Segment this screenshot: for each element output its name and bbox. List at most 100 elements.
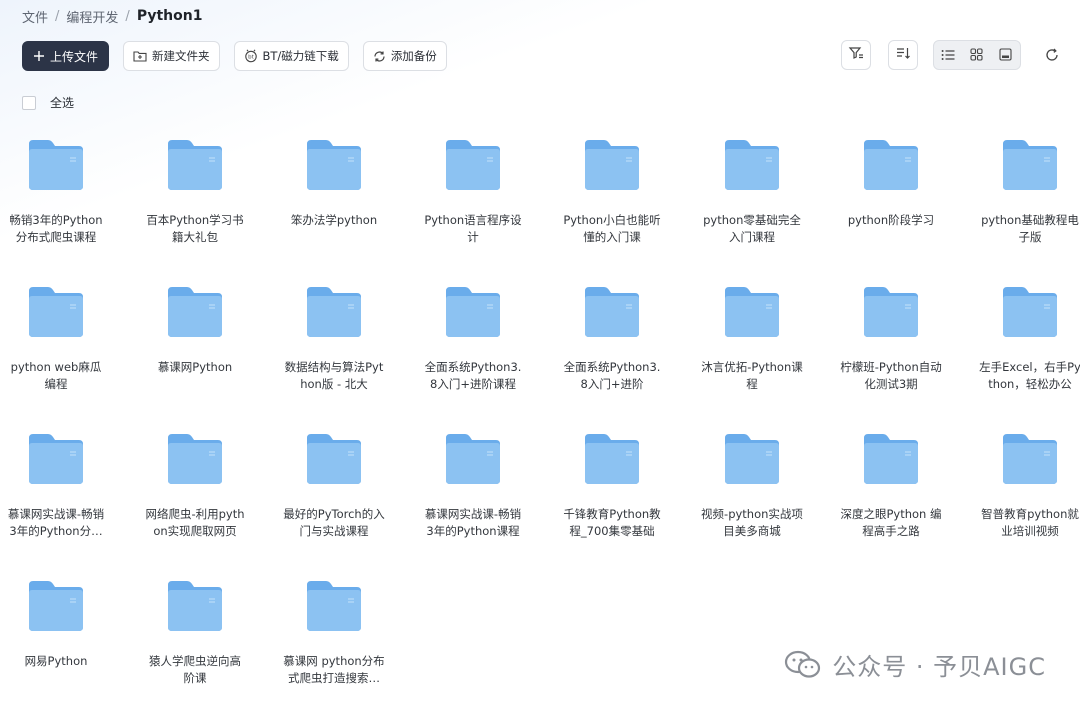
- folder-name: python阶段学习: [847, 213, 935, 227]
- folder-name: python基础教程电子版: [981, 213, 1079, 244]
- folder-icon: [836, 432, 946, 486]
- folder-icon: [1, 432, 111, 486]
- folder-plus-icon: [133, 50, 147, 62]
- upload-button-label: 上传文件: [50, 49, 99, 64]
- folder-icon: [1, 285, 111, 339]
- folder-item[interactable]: 深度之眼Python 编程高手之路: [836, 432, 946, 540]
- breadcrumb-current: Python1: [136, 8, 203, 24]
- folder-name: 柠檬班-Python自动化测试3期: [840, 360, 942, 391]
- folder-item[interactable]: 慕课网实战课-畅销3年的Python分布式爬虫: [1, 432, 111, 540]
- watermark-text: 公众号 · 予贝AIGC: [832, 653, 1046, 681]
- folder-item[interactable]: 数据结构与算法Python版 - 北大: [279, 285, 389, 393]
- toolbar: 上传文件 新建文件夹 bt BT/磁力链下载 添加备份: [22, 40, 461, 72]
- folder-icon: [140, 579, 250, 633]
- svg-text:bt: bt: [248, 55, 254, 61]
- folder-item[interactable]: Python语言程序设计: [418, 138, 528, 246]
- folder-name: 全面系统Python3.8入门+进阶: [563, 360, 661, 391]
- folder-item[interactable]: 猿人学爬虫逆向高阶课: [140, 579, 250, 687]
- folder-name: 畅销3年的Python分布式爬虫课程: [9, 213, 103, 244]
- list-view-button[interactable]: [935, 43, 961, 67]
- folder-item[interactable]: python阶段学习: [836, 138, 946, 229]
- wechat-icon: [784, 650, 822, 680]
- select-all[interactable]: 全选: [22, 94, 74, 111]
- folder-item[interactable]: 沐言优拓-Python课程: [697, 285, 807, 393]
- folder-icon: [975, 285, 1080, 339]
- grid-view-button[interactable]: [964, 43, 990, 67]
- folder-item[interactable]: 全面系统Python3.8入门+进阶: [557, 285, 667, 393]
- folder-name: 慕课网实战课-畅销3年的Python课程: [424, 507, 522, 538]
- upload-button[interactable]: 上传文件: [22, 41, 110, 71]
- folder-item[interactable]: python web麻瓜编程: [1, 285, 111, 393]
- thumbnail-view-button[interactable]: [993, 43, 1019, 67]
- view-switcher: [933, 40, 1021, 70]
- folder-item[interactable]: 慕课网Python: [140, 285, 250, 376]
- folder-name: Python语言程序设计: [424, 213, 522, 244]
- new-folder-button[interactable]: 新建文件夹: [123, 41, 220, 71]
- folder-name: 最好的PyTorch的入门与实战课程: [283, 507, 385, 538]
- folder-item[interactable]: 左手Excel，右手Python，轻松办公: [975, 285, 1080, 393]
- refresh-button[interactable]: [1040, 44, 1064, 68]
- folder-item[interactable]: 全面系统Python3.8入门+进阶课程: [418, 285, 528, 393]
- folder-name: 全面系统Python3.8入门+进阶课程: [424, 360, 522, 391]
- folder-name: python web麻瓜编程: [10, 360, 102, 391]
- select-all-checkbox[interactable]: [22, 95, 36, 110]
- folder-icon: [1, 579, 111, 633]
- bt-download-button[interactable]: bt BT/磁力链下载: [233, 41, 349, 71]
- folder-name: 数据结构与算法Python版 - 北大: [284, 360, 384, 391]
- folder-name: 猿人学爬虫逆向高阶课: [149, 654, 241, 685]
- folder-icon: [557, 432, 667, 486]
- folder-icon: [279, 579, 389, 633]
- breadcrumb-separator: /: [125, 8, 130, 24]
- folder-icon: [140, 432, 250, 486]
- watermark: 公众号 · 予贝AIGC: [784, 647, 1046, 682]
- new-folder-button-label: 新建文件夹: [152, 49, 210, 63]
- folder-item[interactable]: 笨办法学python: [279, 138, 389, 229]
- folder-name: 慕课网Python: [157, 360, 233, 374]
- folder-name: 网易Python: [24, 654, 88, 668]
- folder-icon: [418, 138, 528, 192]
- folder-item[interactable]: 百本Python学习书籍大礼包: [140, 138, 250, 246]
- folder-icon: [418, 285, 528, 339]
- folder-item[interactable]: Python小白也能听懂的入门课: [557, 138, 667, 246]
- add-backup-button-label: 添加备份: [390, 49, 437, 63]
- folder-icon: [279, 285, 389, 339]
- folder-item[interactable]: 网络爬虫-利用python实现爬取网页: [140, 432, 250, 540]
- folder-name: 慕课网实战课-畅销3年的Python分布式爬虫: [7, 507, 105, 538]
- folder-item[interactable]: python基础教程电子版: [975, 138, 1080, 246]
- folder-item[interactable]: 智普教育python就业培训视频: [975, 432, 1080, 540]
- grid-view-icon: [970, 46, 984, 65]
- folder-item[interactable]: 柠檬班-Python自动化测试3期: [836, 285, 946, 393]
- sort-button[interactable]: [888, 40, 918, 70]
- breadcrumb-item-files[interactable]: 文件: [22, 7, 48, 26]
- refresh-icon: [1045, 47, 1059, 66]
- folder-name: 百本Python学习书籍大礼包: [146, 213, 244, 244]
- folder-icon: [418, 432, 528, 486]
- folder-item[interactable]: 慕课网 python分布式爬虫打造搜索引擎: [279, 579, 389, 687]
- folder-item[interactable]: 最好的PyTorch的入门与实战课程: [279, 432, 389, 540]
- folder-icon: [557, 285, 667, 339]
- folder-name: 慕课网 python分布式爬虫打造搜索引擎: [283, 654, 385, 685]
- breadcrumb-item-dev[interactable]: 编程开发: [66, 7, 118, 26]
- filter-icon: [848, 45, 864, 65]
- sync-icon: [373, 50, 386, 63]
- breadcrumb-separator: /: [55, 8, 60, 24]
- folder-icon: [697, 138, 807, 192]
- filter-button[interactable]: [841, 40, 871, 70]
- folder-icon: [279, 432, 389, 486]
- folder-item[interactable]: 千锋教育Python教程_700集零基础: [557, 432, 667, 540]
- thumbnail-view-icon: [999, 46, 1012, 65]
- folder-item[interactable]: 网易Python: [1, 579, 111, 670]
- folder-name: 左手Excel，右手Python，轻松办公: [979, 360, 1080, 391]
- folder-icon: [140, 285, 250, 339]
- folder-icon: [140, 138, 250, 192]
- folder-item[interactable]: 视频-python实战项目美多商城: [697, 432, 807, 540]
- folder-item[interactable]: python零基础完全入门课程: [697, 138, 807, 246]
- folder-name: 智普教育python就业培训视频: [981, 507, 1079, 538]
- add-backup-button[interactable]: 添加备份: [362, 41, 447, 71]
- folder-icon: [836, 285, 946, 339]
- select-all-label: 全选: [50, 96, 75, 110]
- list-view-icon: [941, 46, 955, 65]
- folder-name: python零基础完全入门课程: [703, 213, 801, 244]
- folder-item[interactable]: 畅销3年的Python分布式爬虫课程: [1, 138, 111, 246]
- folder-item[interactable]: 慕课网实战课-畅销3年的Python课程: [418, 432, 528, 540]
